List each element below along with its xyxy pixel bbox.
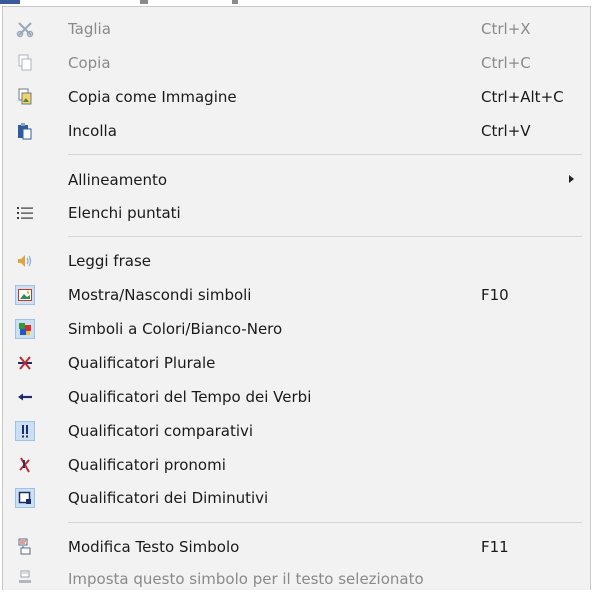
menu-item-comparative-qualifiers[interactable]: Qualificatori comparativi (3, 414, 590, 447)
menu-item-diminutive-qualifiers[interactable]: Qualificatori dei Diminutivi (3, 481, 590, 514)
menu-item-label: Incolla (68, 122, 117, 140)
menu-item-read-sentence[interactable]: Leggi frase (3, 244, 590, 277)
menu-item-label: Imposta questo simbolo per il testo sele… (68, 570, 424, 588)
menu-item-bullet-lists[interactable]: Elenchi puntati (3, 196, 590, 229)
picture-icon (15, 285, 35, 305)
menu-item-label: Modifica Testo Simbolo (68, 538, 240, 556)
scissors-icon (15, 19, 35, 39)
diminutive-icon (15, 488, 35, 508)
menu-item-plural-qualifiers[interactable]: Qualificatori Plurale (3, 346, 590, 379)
copy-image-icon (15, 87, 35, 107)
menu-item-label: Qualificatori dei Diminutivi (68, 489, 269, 507)
menu-item-label: Taglia (68, 20, 111, 38)
menu-item-shortcut: Ctrl+V (481, 122, 531, 140)
exclamation-icon (15, 421, 35, 441)
menu-item-edit-symbol-text[interactable]: Modifica Testo Simbolo F11 (3, 530, 590, 563)
paste-icon (15, 121, 35, 141)
menu-separator (68, 522, 582, 523)
menu-item-shortcut: Ctrl+Alt+C (481, 88, 564, 106)
menu-item-label: Qualificatori pronomi (68, 456, 226, 474)
menu-separator (68, 154, 582, 155)
context-menu: Taglia Ctrl+X Copia Ctrl+C Copia come Im… (2, 6, 591, 590)
menu-item-show-hide-symbols[interactable]: Mostra/Nascondi simboli F10 (3, 278, 590, 311)
menu-item-label: Qualificatori Plurale (68, 354, 216, 372)
menu-item-label: Qualificatori comparativi (68, 422, 254, 440)
menu-item-shortcut: F11 (481, 538, 509, 556)
edit-symbol-text-icon (15, 537, 35, 557)
plural-qualifier-icon (15, 353, 35, 373)
menu-item-copy-as-image[interactable]: Copia come Immagine Ctrl+Alt+C (3, 80, 590, 113)
speaker-icon (15, 251, 35, 271)
menu-item-label: Leggi frase (68, 252, 151, 270)
tense-arrow-icon (15, 387, 35, 407)
menu-item-copy[interactable]: Copia Ctrl+C (3, 46, 590, 79)
copy-icon (15, 53, 35, 73)
menu-separator (68, 236, 582, 237)
menu-item-pronoun-qualifiers[interactable]: Qualificatori pronomi (3, 448, 590, 481)
pronoun-qualifier-icon (15, 455, 35, 475)
menu-item-label: Copia come Immagine (68, 88, 237, 106)
menu-item-label: Qualificatori del Tempo dei Verbi (68, 388, 312, 406)
menu-item-label: Mostra/Nascondi simboli (68, 286, 252, 304)
menu-item-shortcut: Ctrl+X (481, 20, 531, 38)
set-symbol-icon (15, 569, 35, 589)
menu-item-verb-tense-qualifiers[interactable]: Qualificatori del Tempo dei Verbi (3, 380, 590, 413)
menu-item-set-symbol-for-selection[interactable]: Imposta questo simbolo per il testo sele… (3, 562, 590, 595)
menu-item-color-bw-symbols[interactable]: Simboli a Colori/Bianco-Nero (3, 312, 590, 345)
menu-item-alignment[interactable]: Allineamento (3, 163, 590, 196)
menu-item-paste[interactable]: Incolla Ctrl+V (3, 114, 590, 147)
menu-item-cut[interactable]: Taglia Ctrl+X (3, 12, 590, 45)
bullet-list-icon (15, 203, 35, 223)
menu-item-label: Simboli a Colori/Bianco-Nero (68, 320, 283, 338)
color-blocks-icon (15, 319, 35, 339)
menu-item-shortcut: F10 (481, 286, 509, 304)
menu-item-label: Allineamento (68, 171, 168, 189)
menu-item-label: Elenchi puntati (68, 204, 181, 222)
submenu-arrow-icon (569, 175, 574, 183)
menu-item-label: Copia (68, 54, 111, 72)
menu-item-shortcut: Ctrl+C (481, 54, 531, 72)
